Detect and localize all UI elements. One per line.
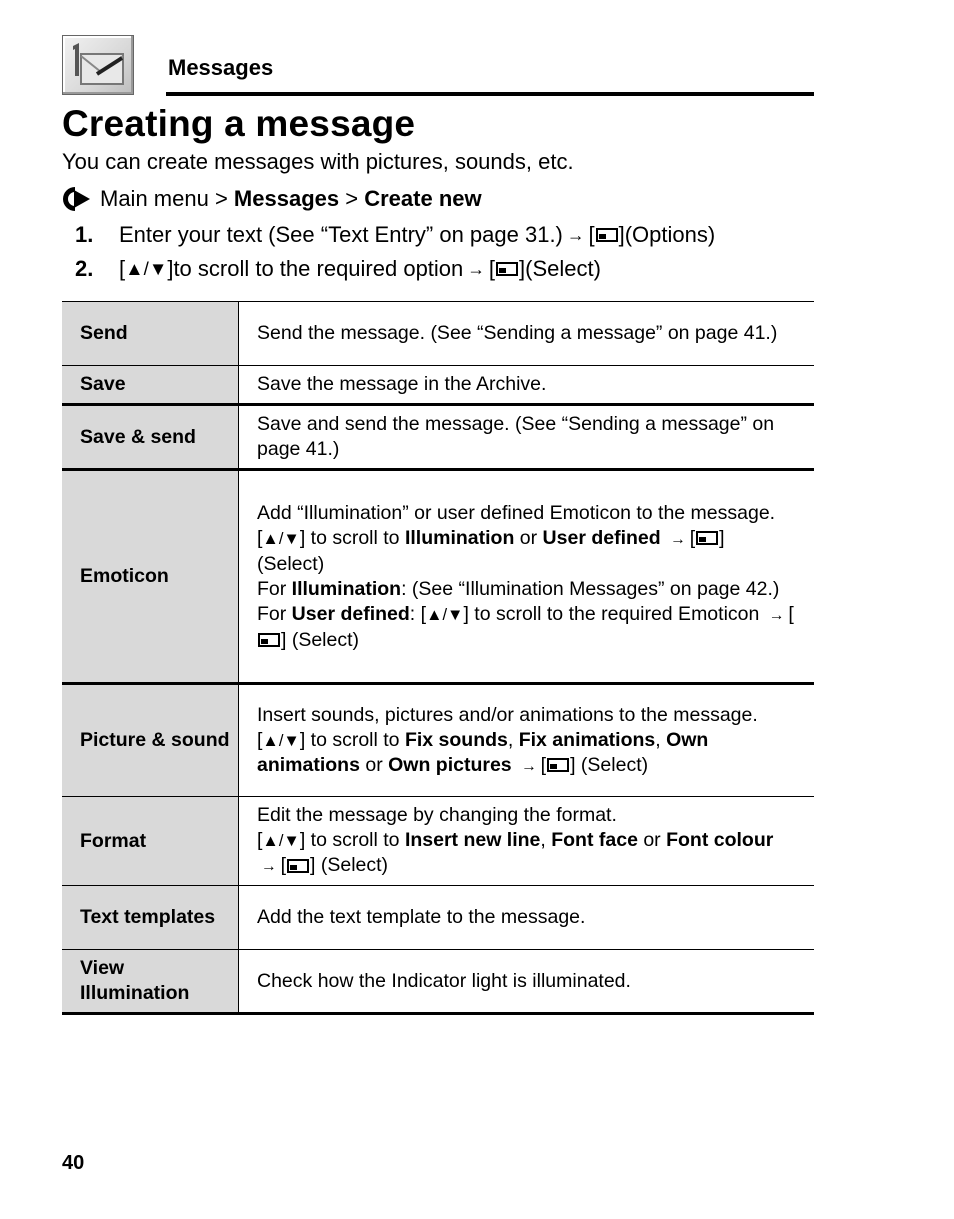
- desc-line: Add “Illumination” or user defined Emoti…: [257, 501, 776, 524]
- desc-text: : (See “Illumination Messages” on page 4…: [401, 577, 780, 600]
- option-description: Send the message. (See “Sending a messag…: [238, 301, 814, 366]
- arrow-icon: →: [566, 224, 585, 245]
- desc-bold: Insert new line: [404, 829, 541, 851]
- menu-path: Main menu > Messages > Create new: [62, 186, 482, 212]
- softkey-icon: [496, 262, 518, 276]
- desc-bold: Own pictures: [388, 753, 512, 776]
- option-description: Add “Illumination” or user defined Emoti…: [238, 469, 814, 685]
- table-row: Save Save the message in the Archive.: [62, 365, 814, 406]
- up-down-key-icon: ▲/▼: [262, 831, 300, 850]
- option-label: View Illumination: [62, 949, 239, 1015]
- step-number: 1.: [75, 222, 94, 247]
- desc-bold: User defined: [291, 602, 410, 625]
- step-action: (Select): [525, 256, 601, 281]
- desc-text: ,: [507, 728, 519, 751]
- option-label: Picture & sound: [62, 683, 239, 797]
- path-messages: Messages: [233, 186, 340, 211]
- softkey-icon: [696, 531, 719, 546]
- table-row: Save & send Save and send the message. (…: [62, 404, 814, 471]
- up-down-key-icon: ▲/▼: [262, 730, 300, 750]
- option-description: Add the text template to the message.: [238, 885, 814, 950]
- section-label: Messages: [168, 55, 274, 80]
- desc-bold: Font colour: [666, 829, 774, 851]
- desc-text: to scroll to the required Emoticon: [468, 602, 765, 625]
- softkey-icon: [287, 858, 310, 873]
- envelope-icon: [62, 35, 134, 95]
- desc-bold: Fix sounds: [404, 728, 508, 751]
- desc-text: For: [257, 602, 292, 625]
- step-action: (Options): [624, 222, 716, 247]
- desc-text: ,: [655, 728, 667, 751]
- desc-text: to scroll to: [305, 728, 405, 751]
- table-row: Picture & sound Insert sounds, pictures …: [62, 683, 814, 797]
- table-row: Text templates Add the text template to …: [62, 885, 814, 950]
- path-separator: >: [345, 186, 359, 211]
- option-label: Send: [62, 301, 239, 366]
- arrow-right-circle-icon: [63, 187, 90, 211]
- step-text: Enter your text (See “Text Entry” on pag…: [119, 222, 563, 247]
- desc-bold: Illumination: [291, 577, 402, 600]
- desc-text: ,: [540, 829, 552, 851]
- desc-text: to scroll to: [305, 526, 405, 549]
- desc-text: (Select): [315, 854, 389, 876]
- desc-text: (Select): [575, 753, 649, 776]
- desc-text: or: [637, 829, 667, 851]
- desc-text: or: [514, 526, 543, 549]
- option-description: Save and send the message. (See “Sending…: [238, 404, 814, 471]
- step-1: 1. Enter your text (See “Text Entry” on …: [75, 222, 716, 247]
- up-down-key-icon: ▲/▼: [125, 258, 168, 279]
- path-create-new: Create new: [364, 186, 482, 211]
- page-title: Creating a message: [62, 103, 416, 144]
- desc-bold: Font face: [551, 829, 638, 851]
- up-down-key-icon: ▲/▼: [262, 528, 300, 548]
- up-down-key-icon: ▲/▼: [426, 604, 464, 624]
- options-table: Send Send the message. (See “Sending a m…: [62, 301, 814, 1015]
- desc-bold: User defined: [542, 526, 661, 549]
- intro-text: You can create messages with pictures, s…: [62, 149, 574, 174]
- softkey-icon: [547, 758, 570, 773]
- table-row: View Illumination Check how the Indicato…: [62, 949, 814, 1015]
- desc-text: or: [359, 753, 389, 776]
- desc-line: Edit the message by changing the format.: [257, 804, 617, 826]
- table-row: Emoticon Add “Illumination” or user defi…: [62, 469, 814, 685]
- option-description: Check how the Indicator light is illumin…: [238, 949, 814, 1015]
- arrow-icon: →: [670, 530, 686, 548]
- desc-text: For: [257, 577, 292, 600]
- desc-text: (Select): [257, 552, 325, 575]
- desc-line: Insert sounds, pictures and/or animation…: [257, 703, 758, 726]
- table-row: Format Edit the message by changing the …: [62, 796, 814, 886]
- section-rule: [166, 92, 814, 96]
- option-description: Save the message in the Archive.: [238, 365, 814, 406]
- desc-text: (Select): [286, 628, 360, 651]
- option-description: Insert sounds, pictures and/or animation…: [238, 683, 814, 797]
- desc-text: to scroll to: [305, 829, 405, 851]
- path-prefix: Main menu >: [100, 186, 228, 211]
- step-text: to scroll to the required option: [173, 256, 464, 281]
- table-row: Send Send the message. (See “Sending a m…: [62, 301, 814, 366]
- option-description: Edit the message by changing the format.…: [238, 796, 814, 886]
- step-number: 2.: [75, 256, 94, 281]
- option-label: Format: [62, 796, 239, 886]
- option-label: Emoticon: [62, 469, 239, 685]
- arrow-icon: →: [261, 858, 277, 875]
- page-number: 40: [62, 1152, 85, 1174]
- desc-bold: Fix animations: [518, 728, 656, 751]
- arrow-icon: →: [768, 606, 785, 624]
- option-label: Save & send: [62, 404, 239, 471]
- desc-bold: Illumination: [404, 526, 515, 549]
- softkey-icon: [258, 633, 280, 648]
- option-label: Text templates: [62, 885, 239, 950]
- step-2: 2. [▲/▼] to scroll to the required optio…: [75, 256, 601, 281]
- softkey-icon: [595, 228, 618, 242]
- desc-text: :: [409, 602, 421, 625]
- arrow-icon: →: [521, 757, 537, 775]
- option-label: Save: [62, 365, 239, 406]
- arrow-icon: →: [467, 258, 485, 279]
